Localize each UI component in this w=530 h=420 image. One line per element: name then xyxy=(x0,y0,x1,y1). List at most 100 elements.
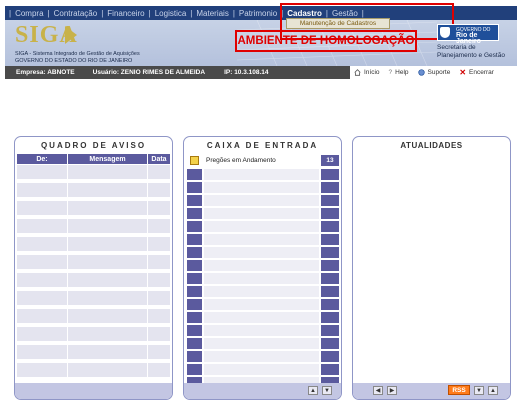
aviso-table-row xyxy=(15,327,172,343)
atualidades-down-button[interactable]: ▼ xyxy=(474,386,484,395)
user-links: Início ? Help Suporte ✕ Encerrar xyxy=(350,66,517,79)
support-icon xyxy=(417,69,425,76)
aviso-table-row xyxy=(15,237,172,253)
nav-item-compra[interactable]: Compra xyxy=(15,9,43,18)
ip-label: IP: 10.3.108.14 xyxy=(224,69,269,76)
aviso-table-cell xyxy=(17,165,67,181)
aviso-table-cell xyxy=(68,219,147,235)
inbox-cell xyxy=(204,273,319,284)
chevron-down-icon: ▼ xyxy=(476,387,482,394)
atualidades-up-button[interactable]: ▲ xyxy=(488,386,498,395)
rss-button[interactable]: RSS xyxy=(448,385,470,395)
quadro-aviso-panel: QUADRO DE AVISO De: Mensagem Data xyxy=(14,136,173,400)
inbox-cell xyxy=(321,299,339,310)
column-header-de: De: xyxy=(17,154,67,164)
inbox-cell xyxy=(187,286,202,297)
inbox-cell xyxy=(187,208,202,219)
inbox-cell xyxy=(321,351,339,362)
suporte-link[interactable]: Suporte xyxy=(417,69,450,76)
aviso-table-cell xyxy=(148,201,170,217)
inbox-cell xyxy=(204,312,319,323)
aviso-table-cell xyxy=(148,165,170,181)
inbox-cell xyxy=(204,260,319,271)
aviso-table-cell xyxy=(17,345,67,361)
nav-item-logistica[interactable]: Logistica xyxy=(155,9,187,18)
caixa-entrada-panel: CAIXA DE ENTRADA Pregões em Andamento 13… xyxy=(183,136,342,400)
nav-item-financeiro[interactable]: Financeiro xyxy=(107,9,144,18)
aviso-table-cell xyxy=(148,273,170,289)
inbox-cell xyxy=(187,221,202,232)
inicio-link[interactable]: Início xyxy=(354,69,380,76)
caixa-title: CAIXA DE ENTRADA xyxy=(206,141,319,150)
scroll-down-button[interactable]: ▼ xyxy=(322,386,332,395)
encerrar-link[interactable]: ✕ Encerrar xyxy=(459,68,494,77)
inbox-cell xyxy=(321,312,339,323)
inbox-item-label-cell: Pregões em Andamento xyxy=(204,155,319,166)
aviso-table-cell xyxy=(68,201,147,217)
aviso-table-row xyxy=(15,183,172,199)
help-label: Help xyxy=(395,69,409,76)
aviso-table-cell xyxy=(148,237,170,253)
inbox-cell xyxy=(321,221,339,232)
aviso-table-cell xyxy=(148,345,170,361)
inbox-cell xyxy=(204,364,319,375)
inbox-cell xyxy=(321,338,339,349)
nav-separator: | xyxy=(101,8,104,18)
system-subtitle: SIGA - Sistema Integrado de Gestão de Aq… xyxy=(15,51,140,57)
aviso-table-cell xyxy=(17,237,67,253)
empresa-label: Empresa: ABNOTE xyxy=(16,69,75,76)
inicio-label: Início xyxy=(364,69,380,76)
aviso-table-cell xyxy=(17,201,67,217)
inbox-cell xyxy=(204,351,319,362)
chevron-up-icon: ▲ xyxy=(310,387,316,394)
inbox-cell xyxy=(321,208,339,219)
aviso-table-cell xyxy=(68,291,147,307)
aviso-table-cell xyxy=(17,327,67,343)
nav-item-contratacao[interactable]: Contratação xyxy=(54,9,98,18)
aviso-table-cell xyxy=(68,363,147,379)
government-subtitle: GOVERNO DO ESTADO DO RIO DE JANEIRO xyxy=(15,58,133,64)
inbox-cell xyxy=(204,338,319,349)
nav-item-patrimonio[interactable]: Patrimonio xyxy=(239,9,277,18)
inbox-cell xyxy=(187,182,202,193)
cadastro-dropdown-item[interactable]: Manutenção de Cadastros xyxy=(286,18,390,29)
inbox-cell xyxy=(187,260,202,271)
next-button[interactable]: ▶ xyxy=(387,386,397,395)
aviso-table-cell xyxy=(17,363,67,379)
prev-button[interactable]: ◀ xyxy=(373,386,383,395)
nav-separator: | xyxy=(47,8,50,18)
aviso-table-cell xyxy=(68,327,147,343)
aviso-table-row xyxy=(15,201,172,217)
aviso-table-cell xyxy=(17,255,67,271)
help-link[interactable]: ? Help xyxy=(389,69,409,76)
aviso-table-cell xyxy=(17,291,67,307)
inbox-item-count: 13 xyxy=(321,155,339,166)
next-icon: ▶ xyxy=(389,388,395,394)
aviso-table-row xyxy=(15,363,172,379)
close-icon: ✕ xyxy=(459,68,467,77)
prev-icon: ◀ xyxy=(375,388,381,394)
folder-icon xyxy=(190,156,199,165)
scroll-up-button[interactable]: ▲ xyxy=(308,386,318,395)
atualidades-panel: ATUALIDADES ◀ ▶ RSS ▼ ▲ xyxy=(352,136,511,400)
aviso-table-cell xyxy=(17,273,67,289)
inbox-cell xyxy=(204,169,319,180)
aviso-table-cell xyxy=(17,183,67,199)
column-header-data: Data xyxy=(148,154,170,164)
inbox-cell xyxy=(187,364,202,375)
inbox-cell xyxy=(321,273,339,284)
inbox-cell xyxy=(321,260,339,271)
nav-item-materiais[interactable]: Materiais xyxy=(196,9,228,18)
inbox-cell xyxy=(187,234,202,245)
secretaria-text: Secretaria de Planejamento e Gestão xyxy=(437,44,505,60)
aviso-table-cell xyxy=(68,273,147,289)
aviso-table-row xyxy=(15,273,172,289)
inbox-cell xyxy=(321,182,339,193)
secretaria-line2: Planejamento e Gestão xyxy=(437,52,505,59)
aviso-table-cell xyxy=(148,183,170,199)
aviso-table-cell xyxy=(148,219,170,235)
inbox-item-icon-cell xyxy=(187,155,202,166)
inbox-cell xyxy=(321,247,339,258)
inbox-cell xyxy=(187,338,202,349)
aviso-table-cell xyxy=(148,255,170,271)
